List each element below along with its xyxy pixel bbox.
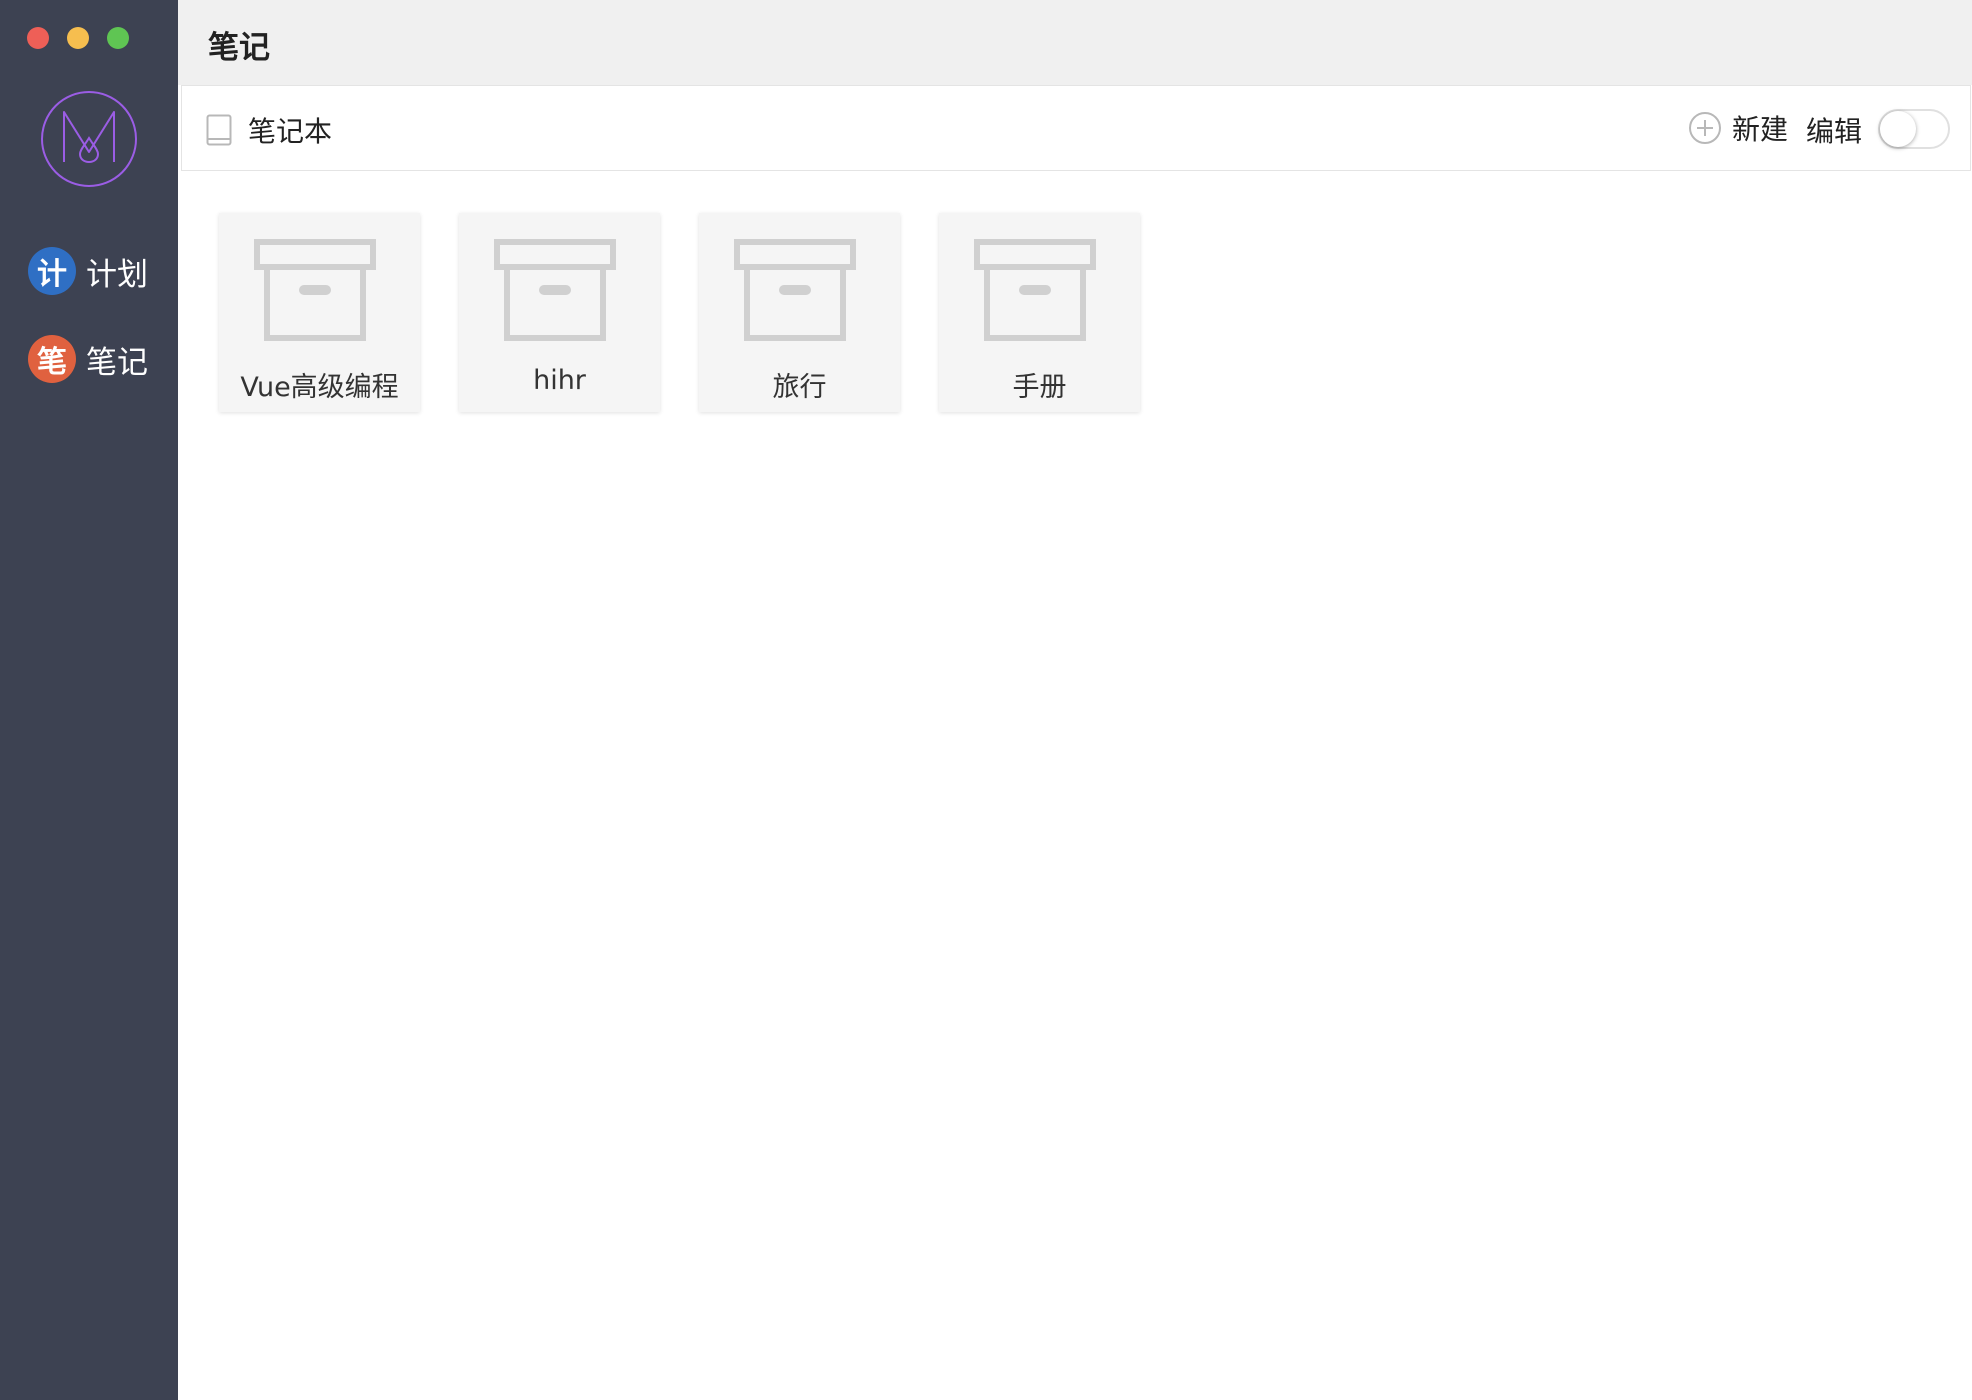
notebook-name: Vue高级编程 [240,372,399,403]
sidebar-item-label: 笔记 [86,344,148,381]
archive-box-icon [734,239,856,341]
close-window-button[interactable] [27,27,49,49]
plan-badge: 计 [28,247,76,295]
notebook-card[interactable]: 手册 [939,213,1140,412]
new-button-label: 新建 [1731,113,1788,146]
book-icon [206,114,232,146]
new-notebook-button[interactable]: 新建 [1688,110,1788,146]
maximize-window-button[interactable] [107,27,129,49]
sidebar: 计 计划 笔 笔记 [0,0,178,1400]
toggle-knob [1880,111,1916,147]
m-logo-icon [41,91,137,187]
notebook-card[interactable]: hihr [459,213,660,412]
app-window: 计 计划 笔 笔记 笔记 笔记本 新建 编辑 Vue高级编程 hihr 旅行 手… [0,0,1972,1400]
notebook-name: 手册 [1012,372,1067,403]
toolbar: 笔记本 新建 编辑 [181,85,1971,171]
notes-badge: 笔 [28,335,76,383]
notebook-card[interactable]: 旅行 [699,213,900,412]
notebook-name: 旅行 [772,372,827,403]
edit-toggle[interactable] [1878,109,1950,149]
sidebar-item-label: 计划 [86,256,148,293]
sidebar-item-plan[interactable]: 计 计划 [28,247,148,295]
page-title: 笔记 [208,30,270,66]
edit-label: 编辑 [1805,115,1862,148]
archive-box-icon [254,239,376,341]
section-title: 笔记本 [248,115,333,148]
notebook-card[interactable]: Vue高级编程 [219,213,420,412]
notebook-name: hihr [533,365,586,396]
minimize-window-button[interactable] [67,27,89,49]
plus-circle-icon [1688,112,1721,144]
sidebar-item-notes[interactable]: 笔 笔记 [28,335,148,383]
archive-box-icon [974,239,1096,341]
archive-box-icon [494,239,616,341]
title-bar: 笔记 [178,0,1972,85]
